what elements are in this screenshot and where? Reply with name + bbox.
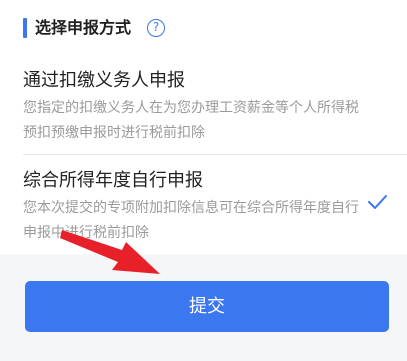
declaration-method-panel: 选择申报方式 ? 通过扣缴义务人申报 您指定的扣缴义务人在为您办理工资薪金等个人… <box>0 0 407 254</box>
accent-bar <box>23 18 27 38</box>
section-header: 选择申报方式 ? <box>0 10 407 46</box>
option-title: 综合所得年度自行申报 <box>23 170 203 191</box>
check-icon <box>368 195 387 209</box>
submit-button[interactable]: 提交 <box>25 281 389 332</box>
section-title: 选择申报方式 <box>35 18 132 37</box>
question-circle-icon[interactable]: ? <box>147 19 165 37</box>
option-withholding-agent[interactable]: 通过扣缴义务人申报 您指定的扣缴义务人在为您办理工资薪金等个人所得税预扣预缴申报… <box>0 58 407 154</box>
option-title: 通过扣缴义务人申报 <box>23 70 185 91</box>
red-arrow-annotation <box>60 230 160 274</box>
divider <box>23 154 407 155</box>
option-description: 您指定的扣缴义务人在为您办理工资薪金等个人所得税预扣预缴申报时进行税前扣除 <box>23 100 359 141</box>
